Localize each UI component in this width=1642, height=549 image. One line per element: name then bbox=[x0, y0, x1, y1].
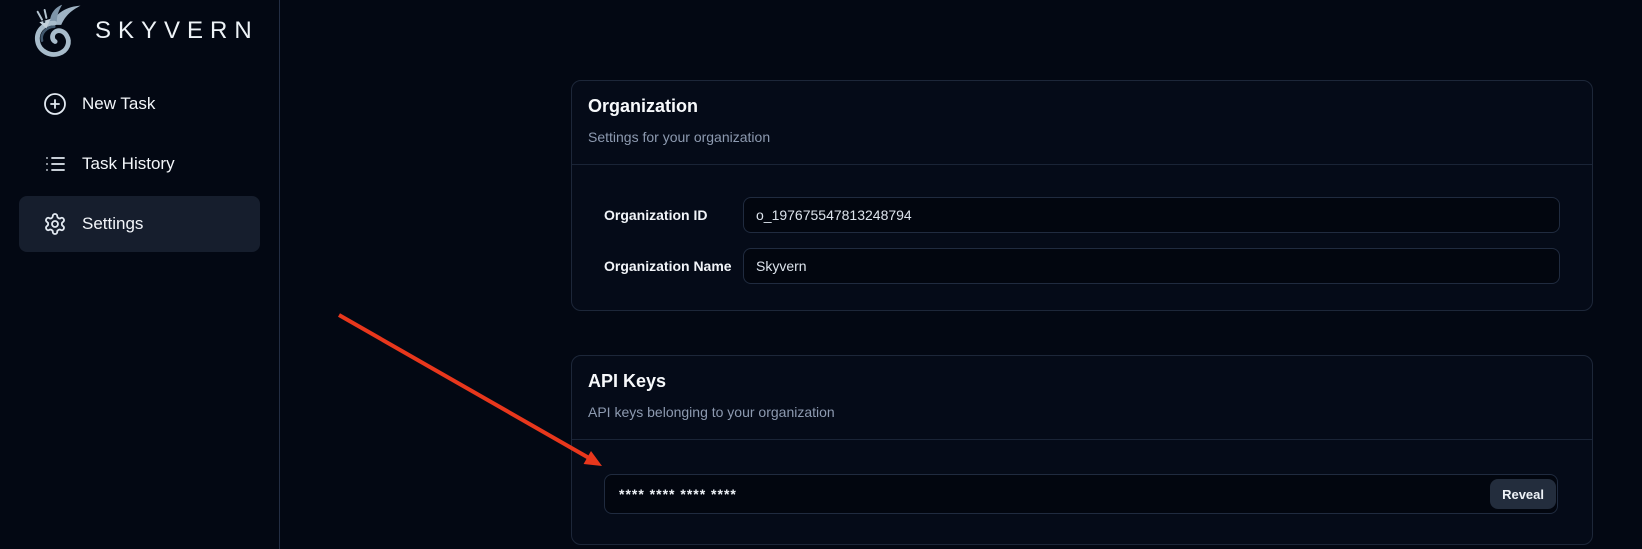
sidebar-item-label: New Task bbox=[82, 94, 155, 114]
sidebar-item-label: Settings bbox=[82, 214, 143, 234]
organization-name-label: Organization Name bbox=[604, 258, 743, 274]
gear-icon bbox=[43, 212, 67, 236]
organization-card-header: Organization Settings for your organizat… bbox=[572, 81, 1592, 165]
plus-circle-icon bbox=[43, 92, 67, 116]
organization-id-row: Organization ID bbox=[604, 197, 1560, 233]
reveal-button[interactable]: Reveal bbox=[1490, 479, 1556, 509]
api-key-masked-input[interactable] bbox=[604, 474, 1558, 514]
skyvern-dragon-icon bbox=[28, 3, 84, 59]
api-key-row: Reveal bbox=[604, 474, 1560, 514]
card-subtitle: Settings for your organization bbox=[588, 129, 1576, 145]
settings-page: { "app": { "brand": "SKYVERN" }, "sideba… bbox=[0, 0, 1642, 549]
organization-card-body: Organization ID Organization Name bbox=[572, 165, 1592, 310]
api-keys-card: API Keys API keys belonging to your orga… bbox=[571, 355, 1593, 545]
sidebar-item-label: Task History bbox=[82, 154, 175, 174]
sidebar-nav: New Task Task History Settings bbox=[19, 76, 260, 252]
card-title: Organization bbox=[588, 96, 1576, 117]
sidebar: SKYVERN New Task Task History Settings bbox=[0, 0, 280, 549]
organization-name-input[interactable] bbox=[743, 248, 1560, 284]
sidebar-item-new-task[interactable]: New Task bbox=[19, 76, 260, 132]
main-content: Organization Settings for your organizat… bbox=[280, 0, 1642, 549]
organization-id-input[interactable] bbox=[743, 197, 1560, 233]
list-icon bbox=[43, 152, 67, 176]
api-keys-card-header: API Keys API keys belonging to your orga… bbox=[572, 356, 1592, 440]
brand-name: SKYVERN bbox=[95, 17, 259, 45]
sidebar-item-task-history[interactable]: Task History bbox=[19, 136, 260, 192]
api-keys-card-body: Reveal bbox=[572, 440, 1592, 544]
brand-logo: SKYVERN bbox=[28, 0, 260, 60]
organization-card: Organization Settings for your organizat… bbox=[571, 80, 1593, 311]
card-title: API Keys bbox=[588, 371, 1576, 392]
organization-id-label: Organization ID bbox=[604, 207, 743, 223]
organization-name-row: Organization Name bbox=[604, 248, 1560, 284]
card-subtitle: API keys belonging to your organization bbox=[588, 404, 1576, 420]
sidebar-item-settings[interactable]: Settings bbox=[19, 196, 260, 252]
